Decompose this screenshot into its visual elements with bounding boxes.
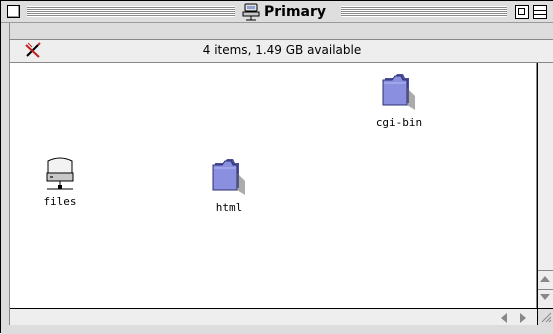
grip-lines [541, 312, 552, 323]
content-area[interactable]: cgi-bin files html [10, 63, 537, 308]
scroll-left-icon[interactable] [501, 313, 507, 323]
window-title: Primary [237, 2, 333, 22]
finder-window: Primary 4 items, 1.49 GB available cgi-b… [0, 0, 553, 334]
collapse-box-icon[interactable] [533, 5, 547, 19]
folder-item-cgi-bin[interactable]: cgi-bin [366, 70, 432, 129]
folder-item-html[interactable]: html [196, 155, 262, 214]
scroll-divider [538, 270, 553, 271]
title-bar[interactable]: Primary [1, 1, 553, 23]
item-label: files [43, 195, 77, 208]
scroll-right-icon[interactable] [520, 313, 526, 323]
folder-icon [382, 74, 415, 110]
title-stripes-right [341, 6, 507, 17]
folder-icon [212, 159, 245, 195]
scroll-divider [538, 289, 553, 290]
status-text: 4 items, 1.49 GB available [202, 43, 362, 57]
vertical-scrollbar[interactable] [537, 63, 553, 308]
title-stripes-left [27, 6, 235, 17]
scroll-up-icon[interactable] [540, 276, 550, 282]
file-server-icon [242, 3, 260, 21]
item-label: cgi-bin [375, 116, 423, 129]
info-header: 4 items, 1.49 GB available [10, 39, 553, 63]
scroll-down-icon[interactable] [540, 294, 550, 300]
zoom-box-icon[interactable] [515, 5, 529, 19]
close-box-icon[interactable] [7, 5, 20, 18]
window-frame-left [1, 23, 10, 334]
horizontal-scrollbar[interactable] [10, 308, 537, 325]
drive-item-files[interactable]: files [35, 155, 85, 208]
resize-grip-icon[interactable] [537, 308, 553, 325]
network-drive-icon [46, 157, 74, 190]
window-title-text: Primary [264, 4, 327, 20]
item-label: html [215, 201, 243, 214]
